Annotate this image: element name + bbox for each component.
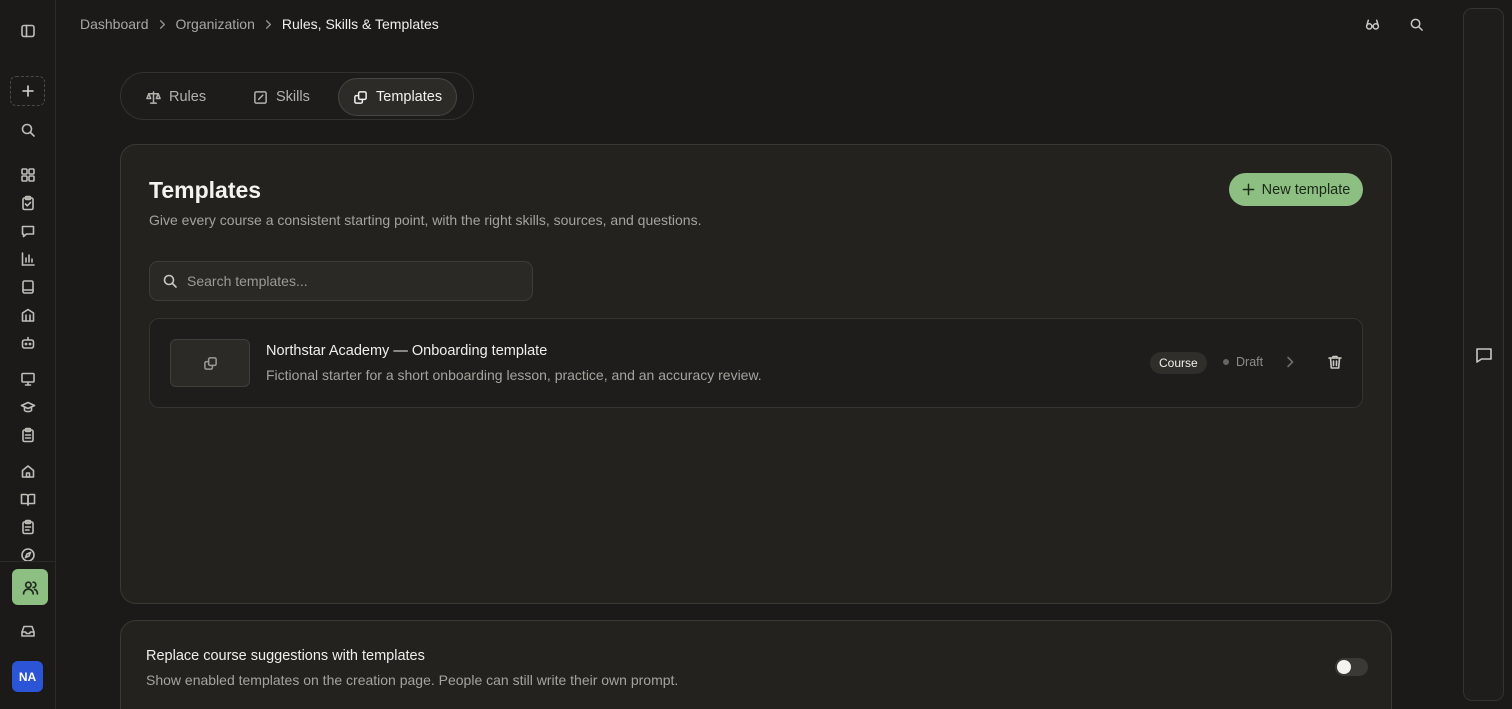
- breadcrumb: Dashboard Organization Rules, Skills & T…: [80, 15, 439, 33]
- search-icon[interactable]: [1407, 15, 1425, 33]
- template-title: Northstar Academy — Onboarding template: [266, 343, 548, 359]
- edit-box-icon: [254, 90, 267, 104]
- clipboard-list-icon[interactable]: [14, 421, 42, 449]
- tab-label: Rules: [169, 89, 207, 105]
- chevron-right-icon: [265, 19, 271, 29]
- chevron-right-icon: [159, 19, 165, 29]
- new-template-button[interactable]: New template: [1229, 173, 1363, 206]
- tab-skills[interactable]: Skills: [239, 78, 324, 116]
- setting-title: Replace course suggestions with template…: [146, 648, 425, 664]
- avatar[interactable]: NA: [12, 661, 43, 692]
- bar-chart-icon[interactable]: [14, 245, 42, 273]
- breadcrumb-current: Rules, Skills & Templates: [281, 16, 439, 32]
- list-item[interactable]: Northstar Academy — Onboarding template …: [149, 318, 1363, 408]
- users-icon[interactable]: [12, 569, 48, 605]
- clipboard-icon[interactable]: [14, 513, 42, 541]
- status-label: Draft: [1236, 355, 1264, 369]
- tab-templates[interactable]: Templates: [338, 78, 458, 116]
- trash-icon[interactable]: [1327, 354, 1343, 370]
- clipboard-check-icon[interactable]: [14, 189, 42, 217]
- type-badge: Course: [1150, 352, 1207, 374]
- presentation-icon[interactable]: [14, 365, 42, 393]
- building-icon[interactable]: [14, 301, 42, 329]
- templates-card: Templates Give every course a consistent…: [120, 144, 1392, 604]
- rail-divider: [0, 561, 55, 562]
- breadcrumb-organization[interactable]: Organization: [176, 16, 255, 32]
- template-thumbnail: [170, 339, 250, 387]
- template-description: Fictional starter for a short onboarding…: [266, 367, 762, 383]
- sidebar-toggle-icon[interactable]: [14, 17, 42, 45]
- search-icon: [163, 274, 177, 288]
- copy-icon: [354, 90, 367, 104]
- compass-icon[interactable]: [14, 541, 42, 561]
- search-icon[interactable]: [14, 116, 42, 144]
- chat-icon[interactable]: [1474, 345, 1494, 365]
- graduation-cap-icon[interactable]: [14, 393, 42, 421]
- left-rail: NA: [0, 0, 56, 709]
- setting-description: Show enabled templates on the creation p…: [146, 672, 679, 688]
- assistant-side-panel: [1463, 8, 1504, 701]
- home-icon[interactable]: [14, 457, 42, 485]
- new-item-button[interactable]: [10, 76, 45, 106]
- search-input[interactable]: [187, 273, 507, 289]
- page-subtitle: Give every course a consistent starting …: [149, 212, 702, 228]
- tab-label: Skills: [276, 89, 310, 105]
- section-tabs: Rules Skills Templates: [120, 72, 474, 120]
- dashboard-icon[interactable]: [14, 161, 42, 189]
- breadcrumb-dashboard[interactable]: Dashboard: [80, 16, 149, 32]
- scale-icon: [146, 90, 161, 104]
- book-icon[interactable]: [14, 273, 42, 301]
- toggle-knob: [1337, 660, 1351, 674]
- glasses-icon[interactable]: [1363, 15, 1381, 33]
- inbox-icon[interactable]: [14, 617, 42, 645]
- open-book-icon[interactable]: [14, 485, 42, 513]
- tab-rules[interactable]: Rules: [132, 78, 220, 116]
- status-dot: [1223, 359, 1229, 365]
- search-box: [149, 261, 533, 301]
- copy-icon: [203, 356, 217, 370]
- replace-suggestions-toggle[interactable]: [1335, 658, 1368, 676]
- new-template-label: New template: [1261, 181, 1351, 198]
- page-title: Templates: [149, 177, 262, 203]
- status-indicator: Draft: [1223, 355, 1263, 369]
- template-suggestions-setting: Replace course suggestions with template…: [120, 620, 1392, 709]
- plus-icon: [1242, 183, 1255, 196]
- message-icon[interactable]: [14, 217, 42, 245]
- bot-icon[interactable]: [14, 329, 42, 357]
- tab-label: Templates: [376, 89, 443, 105]
- chevron-right-icon[interactable]: [1283, 355, 1297, 369]
